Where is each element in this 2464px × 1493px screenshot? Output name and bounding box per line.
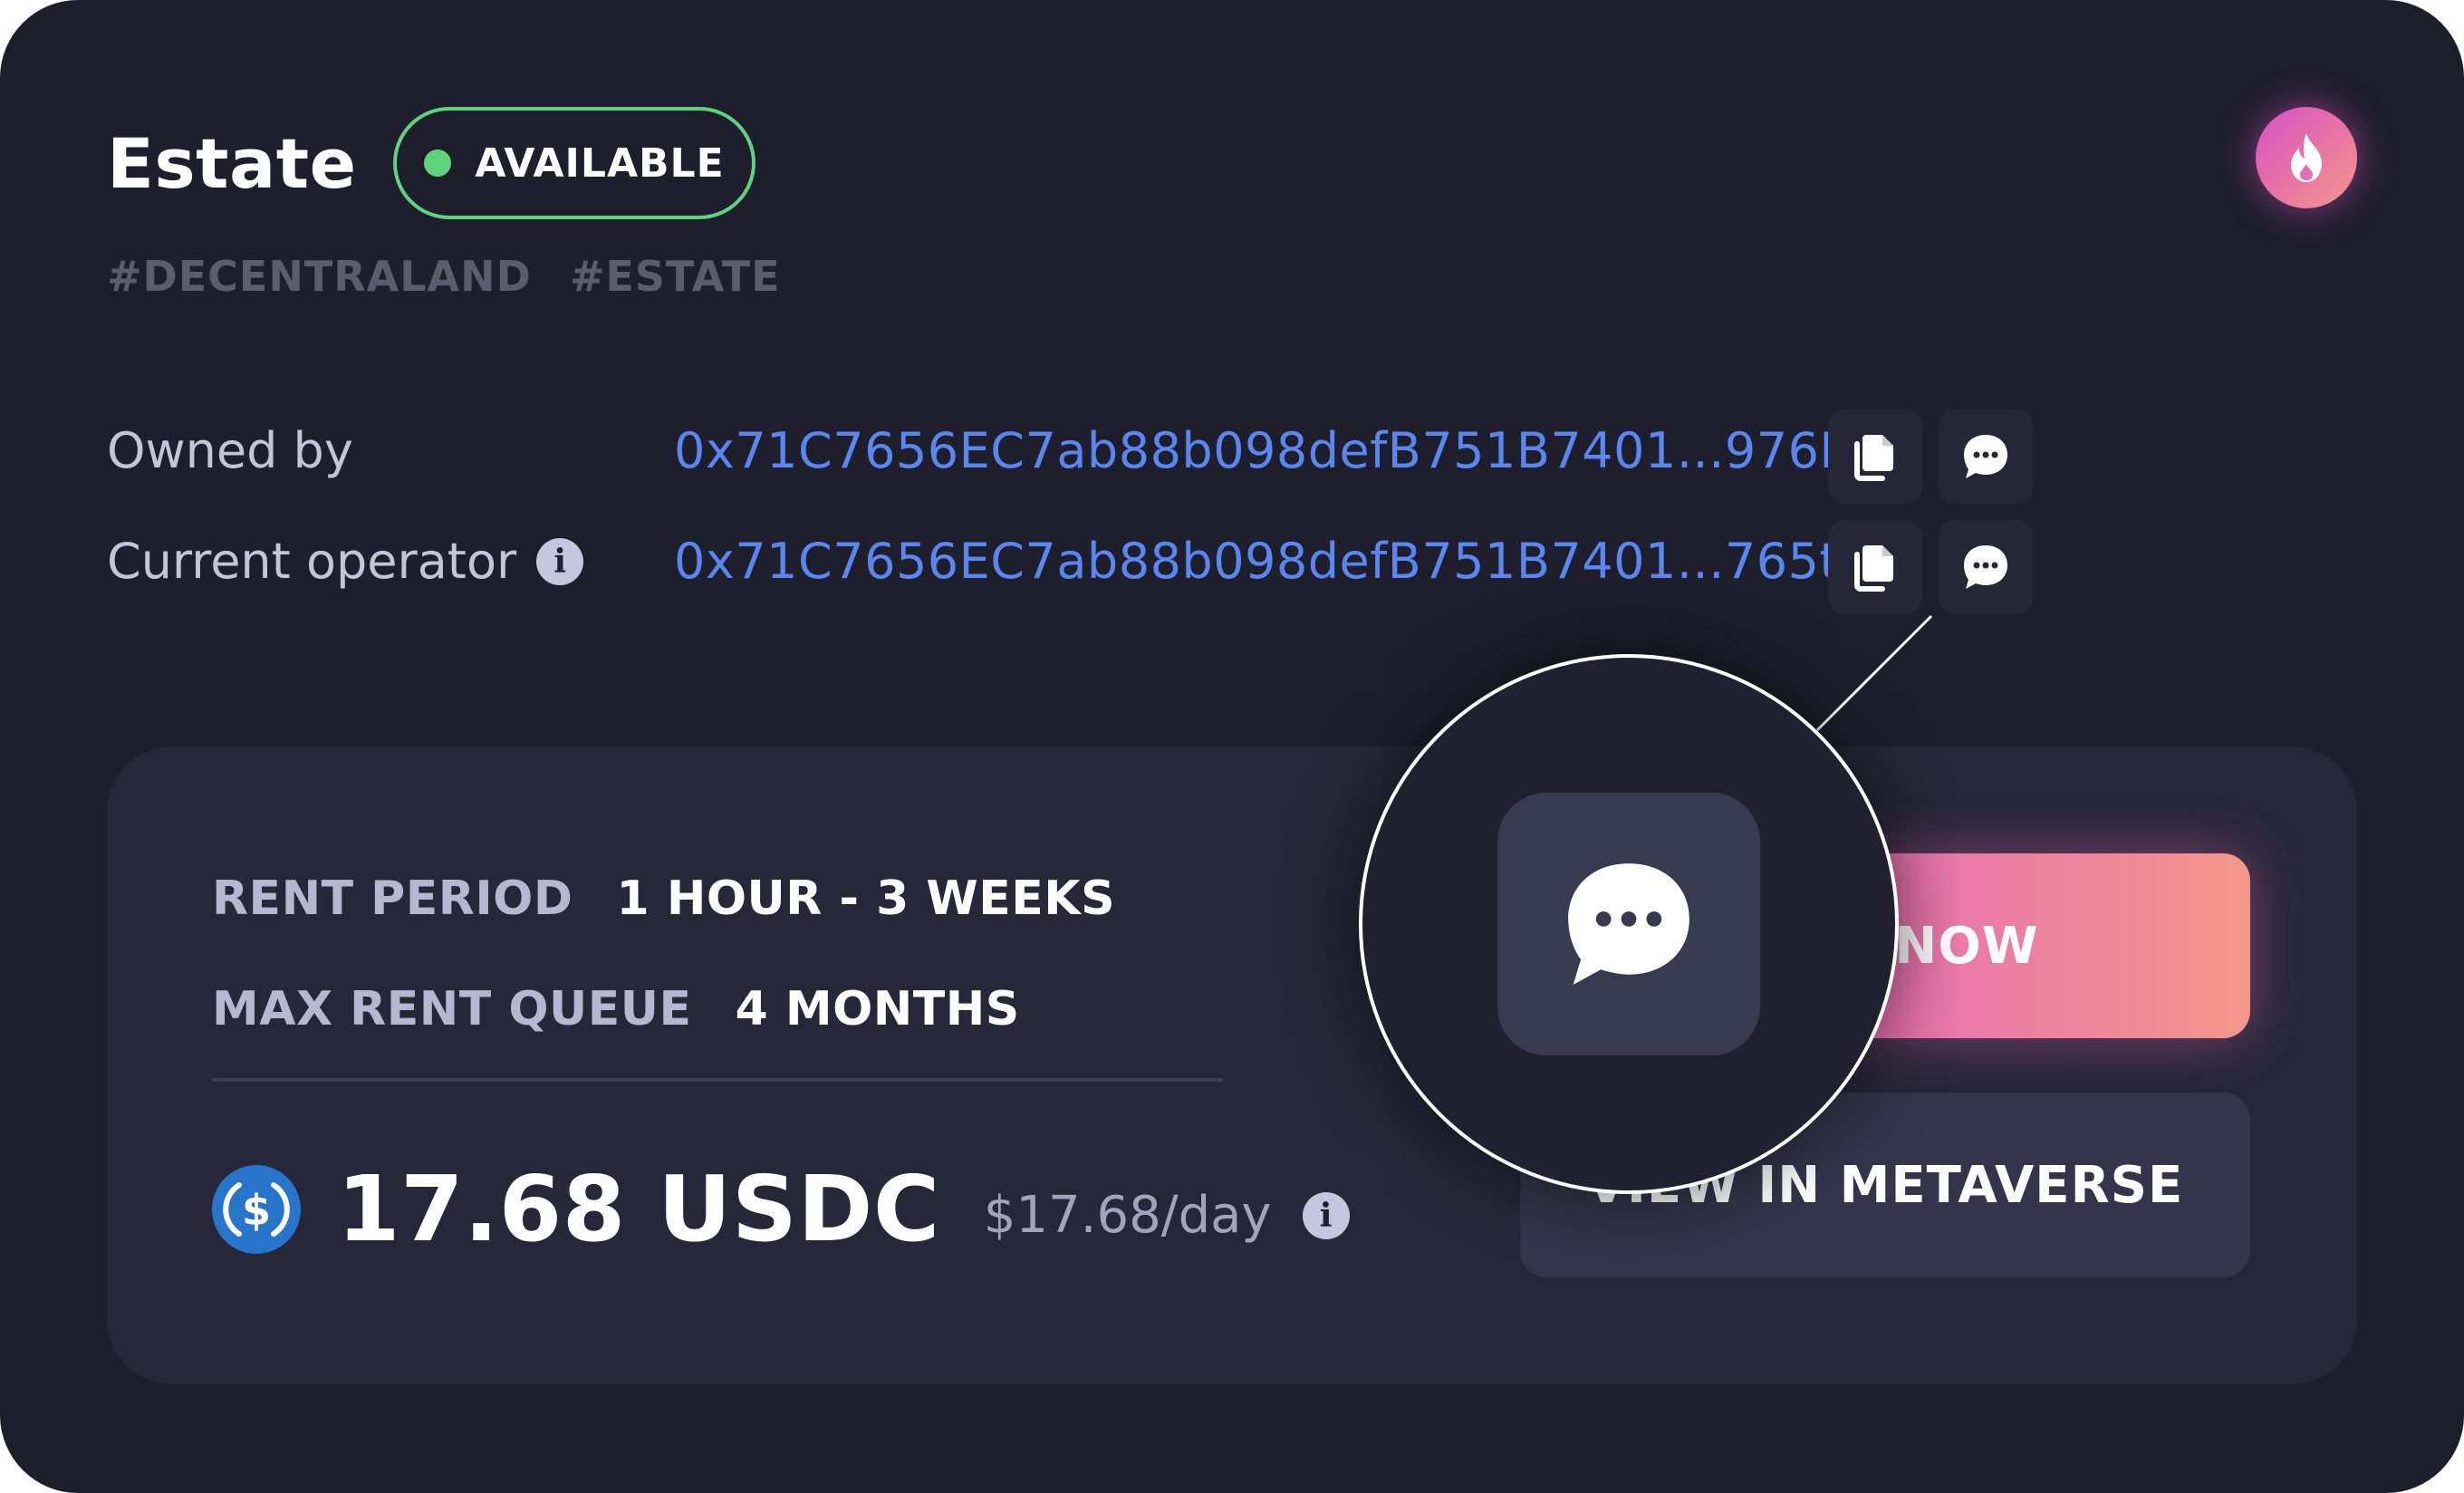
chat-icon [1964,435,2007,478]
copy-icon [1854,435,1893,481]
owner-address-link[interactable]: 0x71C7656EC7ab88b098defB751B7401...976F [674,422,1848,479]
svg-text:$: $ [242,1186,271,1235]
estate-title: Estate [107,123,357,204]
rent-period-row: RENT PERIOD 1 HOUR - 3 WEEKS [212,872,1115,926]
owned-by-label: Owned by [107,422,353,479]
copy-icon [1854,545,1893,592]
rent-panel [107,746,2357,1384]
price-amount: 17.68 USDC [337,1156,940,1262]
operator-address-link[interactable]: 0x71C7656EC7ab88b098defB751B7401...765t [674,533,1839,590]
owned-by-text: Owned by [107,422,353,479]
info-icon[interactable]: i [536,537,584,585]
divider [212,1078,1223,1082]
status-badge: AVAILABLE [393,107,756,219]
max-queue-value: 4 MONTHS [735,982,1020,1036]
price-per-day: $17.68/day [983,1186,1272,1245]
status-label: AVAILABLE [475,140,725,187]
zoom-callout [1359,654,1899,1194]
fire-icon [2291,133,2322,182]
fire-button[interactable] [2256,107,2357,208]
usdc-coin-icon: $ [212,1164,301,1254]
operator-text: Current operator [107,533,517,590]
status-dot-icon [424,149,452,177]
tag-decentraland[interactable]: #DECENTRALAND [107,252,532,301]
chat-icon [1964,545,2007,589]
chat-icon [1568,863,1689,985]
max-queue-row: MAX RENT QUEUE 4 MONTHS [212,982,1020,1036]
zoomed-message-button [1497,793,1760,1055]
copy-operator-button[interactable] [1828,520,1922,614]
rent-period-label: RENT PERIOD [212,872,573,926]
price-row: $ 17.68 USDC $17.68/day i [212,1156,1350,1262]
rent-period-value: 1 HOUR - 3 WEEKS [616,872,1116,926]
rent-now-label: NOW [1894,916,2039,976]
estate-card: Estate AVAILABLE #DECENTRALAND #ESTATE O… [0,0,2464,1493]
price-info-icon[interactable]: i [1302,1191,1350,1239]
tag-estate[interactable]: #ESTATE [570,252,781,301]
tag-list: #DECENTRALAND #ESTATE [107,252,781,301]
message-owner-button[interactable] [1939,409,2033,504]
operator-label: Current operator i [107,533,584,590]
max-queue-label: MAX RENT QUEUE [212,982,692,1036]
copy-owner-button[interactable] [1828,409,1922,504]
message-operator-button[interactable] [1939,520,2033,614]
